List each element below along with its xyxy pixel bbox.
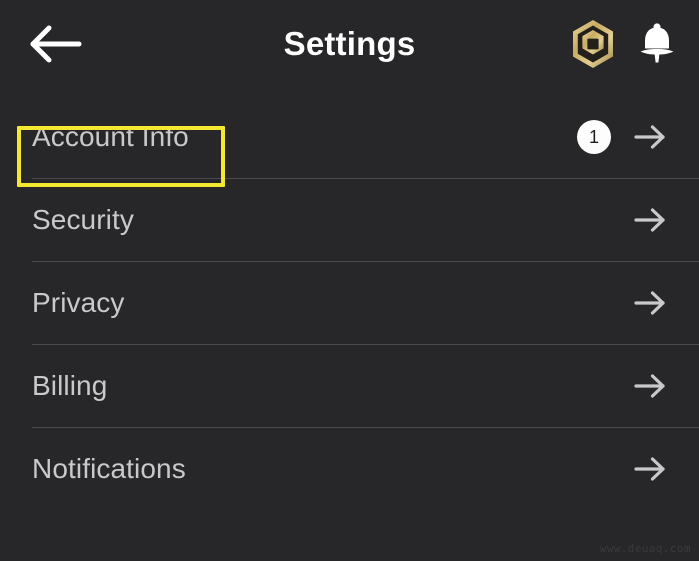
row-label: Security: [32, 204, 134, 235]
settings-row-billing[interactable]: Billing: [0, 345, 699, 427]
row-accessory: 1: [577, 120, 667, 154]
robux-currency-icon[interactable]: [567, 16, 619, 72]
row-label: Privacy: [32, 287, 125, 318]
arrow-right-glyph: [634, 374, 665, 398]
watermark: www.deuaq.com: [599, 542, 691, 555]
arrow-right-glyph: [634, 125, 665, 149]
arrow-right-icon[interactable]: [633, 369, 667, 403]
row-accessory: [633, 452, 667, 486]
settings-row-notifications[interactable]: Notifications: [0, 428, 699, 510]
notification-bell-icon[interactable]: [631, 16, 683, 72]
row-accessory: [633, 286, 667, 320]
arrow-right-icon[interactable]: [633, 452, 667, 486]
settings-row-privacy[interactable]: Privacy: [0, 262, 699, 344]
robux-hexagon-glyph: [573, 20, 613, 68]
settings-screen: Settings Account Info 1 Security Privacy…: [0, 0, 699, 561]
bell-glyph: [640, 23, 674, 63]
settings-row-account-info[interactable]: Account Info 1: [0, 96, 699, 178]
arrow-right-icon[interactable]: [633, 286, 667, 320]
row-accessory: [633, 203, 667, 237]
row-label: Notifications: [32, 453, 186, 484]
header-actions: [567, 16, 683, 72]
status-badge: 1: [577, 120, 611, 154]
app-header: Settings: [0, 0, 699, 88]
row-label: Billing: [32, 370, 108, 401]
arrow-right-glyph: [634, 457, 665, 481]
row-label: Account Info: [32, 121, 189, 152]
arrow-right-glyph: [634, 208, 665, 232]
arrow-right-glyph: [634, 291, 665, 315]
arrow-right-icon[interactable]: [633, 120, 667, 154]
settings-row-security[interactable]: Security: [0, 179, 699, 261]
row-accessory: [633, 369, 667, 403]
settings-list: Account Info 1 Security Privacy Billing …: [0, 96, 699, 510]
arrow-right-icon[interactable]: [633, 203, 667, 237]
